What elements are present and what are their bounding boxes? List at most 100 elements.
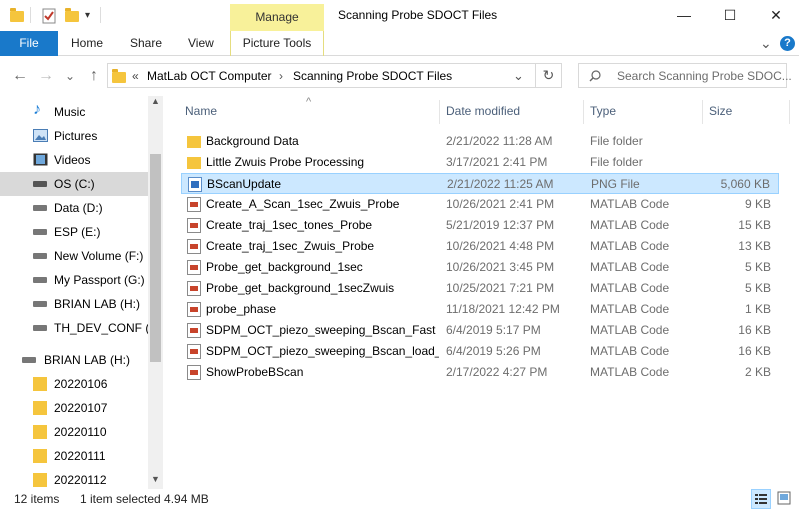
nav-item-label: My Passport (G:) <box>54 273 145 287</box>
nav-item-20220112[interactable]: 20220112 <box>0 468 148 489</box>
maximize-button[interactable]: ☐ <box>707 0 753 30</box>
column-divider[interactable] <box>439 100 440 124</box>
nav-item-label: ESP (E:) <box>54 225 101 239</box>
file-date-modified: 11/18/2021 12:42 PM <box>446 302 560 316</box>
recent-locations-button[interactable]: ⌄ <box>60 66 80 86</box>
pictures-icon <box>33 129 48 142</box>
column-divider[interactable] <box>583 100 584 124</box>
new-folder-icon[interactable] <box>65 8 79 24</box>
column-header-size[interactable]: Size <box>709 104 732 122</box>
nav-item-esp-e[interactable]: ESP (E:) <box>0 220 148 244</box>
file-size: 15 KB <box>738 218 771 232</box>
column-header-name[interactable]: Name <box>185 104 217 122</box>
breadcrumb-matlab-oct-computer[interactable]: MatLab OCT Computer <box>147 69 272 83</box>
tab-home[interactable]: Home <box>71 31 103 56</box>
nav-item-20220110[interactable]: 20220110 <box>0 420 148 444</box>
column-divider[interactable] <box>702 100 703 124</box>
matlab-file-icon <box>187 260 201 275</box>
file-type: PNG File <box>591 177 640 191</box>
file-date-modified: 10/26/2021 4:48 PM <box>446 239 555 253</box>
nav-item-videos[interactable]: Videos <box>0 148 148 172</box>
manage-contextual-tab[interactable]: Manage <box>230 4 324 31</box>
tab-file[interactable]: File <box>0 31 58 56</box>
minimize-button[interactable]: — <box>661 0 707 30</box>
nav-item-20220111[interactable]: 20220111 <box>0 444 148 468</box>
breadcrumb-scanning-probe-sdoct-files[interactable]: Scanning Probe SDOCT Files <box>293 69 452 83</box>
file-type: MATLAB Code <box>590 302 670 316</box>
nav-item-my-passport-g[interactable]: My Passport (G:) <box>0 268 148 292</box>
file-name: Create_traj_1sec_Zwuis_Probe <box>206 239 375 253</box>
file-size: 13 KB <box>738 239 771 253</box>
tab-view[interactable]: View <box>188 31 214 56</box>
search-box[interactable]: Search Scanning Probe SDOC... <box>578 63 792 88</box>
file-row[interactable]: SDPM_OCT_piezo_sweeping_Bscan_Fast 6/4/20… <box>181 320 779 341</box>
help-icon[interactable]: ? <box>780 36 795 51</box>
file-size: 2 KB <box>744 365 771 379</box>
file-row[interactable]: Background Data 2/21/2022 11:28 AM File fo… <box>181 131 779 152</box>
nav-scrollbar-thumb[interactable] <box>150 154 161 362</box>
tab-picture-tools[interactable]: Picture Tools <box>230 31 324 56</box>
file-name: Probe_get_background_1sec <box>206 260 363 274</box>
matlab-file-icon <box>187 239 201 254</box>
forward-button[interactable]: → <box>36 66 56 86</box>
matlab-file-icon <box>187 302 201 317</box>
scroll-down-icon[interactable]: ▼ <box>151 474 160 484</box>
file-row[interactable]: Probe_get_background_1secZwuis 10/25/2021… <box>181 278 779 299</box>
breadcrumb-separator[interactable]: › <box>279 69 283 83</box>
nav-item-label: Pictures <box>54 129 98 143</box>
nav-item-pictures[interactable]: Pictures <box>0 124 148 148</box>
nav-item-label: 20220112 <box>54 473 107 487</box>
nav-item-brian-lab-h[interactable]: BRIAN LAB (H:) <box>0 292 148 316</box>
scroll-up-icon[interactable]: ▲ <box>151 96 160 106</box>
address-dropdown-icon[interactable]: ⌄ <box>513 68 524 84</box>
nav-item-data-d[interactable]: Data (D:) <box>0 196 148 220</box>
nav-item-music[interactable]: ♪ Music <box>0 100 148 124</box>
nav-item-new-volume-f[interactable]: New Volume (F:) <box>0 244 148 268</box>
search-icon <box>589 70 601 82</box>
navigation-pane: ♪ Music Pictures Videos OS (C:) Data (D:… <box>0 96 163 489</box>
folder-icon <box>10 8 24 24</box>
nav-item-brian-lab-h-root[interactable]: BRIAN LAB (H:) <box>0 348 148 372</box>
large-icons-view-button[interactable] <box>775 489 795 509</box>
refresh-button[interactable]: ↻ <box>536 63 562 88</box>
file-date-modified: 10/26/2021 2:41 PM <box>446 197 555 211</box>
details-view-button[interactable] <box>751 489 771 509</box>
nav-item-th-dev-conf-i[interactable]: TH_DEV_CONF (I:) <box>0 316 160 340</box>
nav-item-20220106[interactable]: 20220106 <box>0 372 148 396</box>
file-date-modified: 2/17/2022 4:27 PM <box>446 365 548 379</box>
file-explorer-window: ▾ Manage Scanning Probe SDOCT Files — ☐ … <box>0 0 799 511</box>
properties-icon[interactable] <box>42 8 56 24</box>
file-row[interactable]: Create_traj_1sec_Zwuis_Probe 10/26/2021 4… <box>181 236 779 257</box>
selection-info: 1 item selected 4.94 MB <box>80 492 209 506</box>
file-row[interactable]: Create_A_Scan_1sec_Zwuis_Probe 10/26/2021… <box>181 194 779 215</box>
file-row[interactable]: BScanUpdate 2/21/2022 11:25 AM PNG File 5,0… <box>181 173 779 194</box>
breadcrumb-overflow[interactable]: « <box>132 69 139 83</box>
search-placeholder: Search Scanning Probe SDOC... <box>617 69 792 83</box>
tab-share[interactable]: Share <box>130 31 162 56</box>
file-date-modified: 10/26/2021 3:45 PM <box>446 260 555 274</box>
file-row[interactable]: probe_phase 11/18/2021 12:42 PM MATLAB Cod… <box>181 299 779 320</box>
close-button[interactable]: ✕ <box>753 0 799 30</box>
drive-icon <box>33 205 47 211</box>
nav-item-label: BRIAN LAB (H:) <box>44 353 131 367</box>
address-row: ← → ⌄ ↑ « MatLab OCT Computer › Scanning… <box>0 56 799 96</box>
expand-ribbon-icon[interactable]: ⌄ <box>760 31 772 56</box>
folder-icon <box>187 136 201 148</box>
file-type: File folder <box>590 155 643 169</box>
nav-item-label: New Volume (F:) <box>54 249 144 263</box>
column-header-date-modified[interactable]: Date modified <box>446 104 520 122</box>
customize-toolbar-icon[interactable]: ▾ <box>85 10 90 21</box>
nav-item-20220107[interactable]: 20220107 <box>0 396 148 420</box>
file-name: SDPM_OCT_piezo_sweeping_Bscan_Fast <box>206 323 436 337</box>
file-row[interactable]: Probe_get_background_1sec 10/26/2021 3:45… <box>181 257 779 278</box>
file-row[interactable]: ShowProbeBScan 2/17/2022 4:27 PM MATLAB Co… <box>181 362 779 383</box>
file-row[interactable]: Create_traj_1sec_tones_Probe 5/21/2019 12… <box>181 215 779 236</box>
up-button[interactable]: ↑ <box>84 66 104 86</box>
back-button[interactable]: ← <box>10 66 30 86</box>
file-row[interactable]: Little Zwuis Probe Processing 3/17/2021 2… <box>181 152 779 173</box>
column-header-type[interactable]: Type <box>590 104 616 122</box>
address-bar[interactable]: « MatLab OCT Computer › Scanning Probe S… <box>107 63 536 88</box>
column-divider[interactable] <box>789 100 790 124</box>
nav-item-os-c[interactable]: OS (C:) <box>0 172 148 196</box>
file-row[interactable]: SDPM_OCT_piezo_sweeping_Bscan_load_... 6/… <box>181 341 779 362</box>
